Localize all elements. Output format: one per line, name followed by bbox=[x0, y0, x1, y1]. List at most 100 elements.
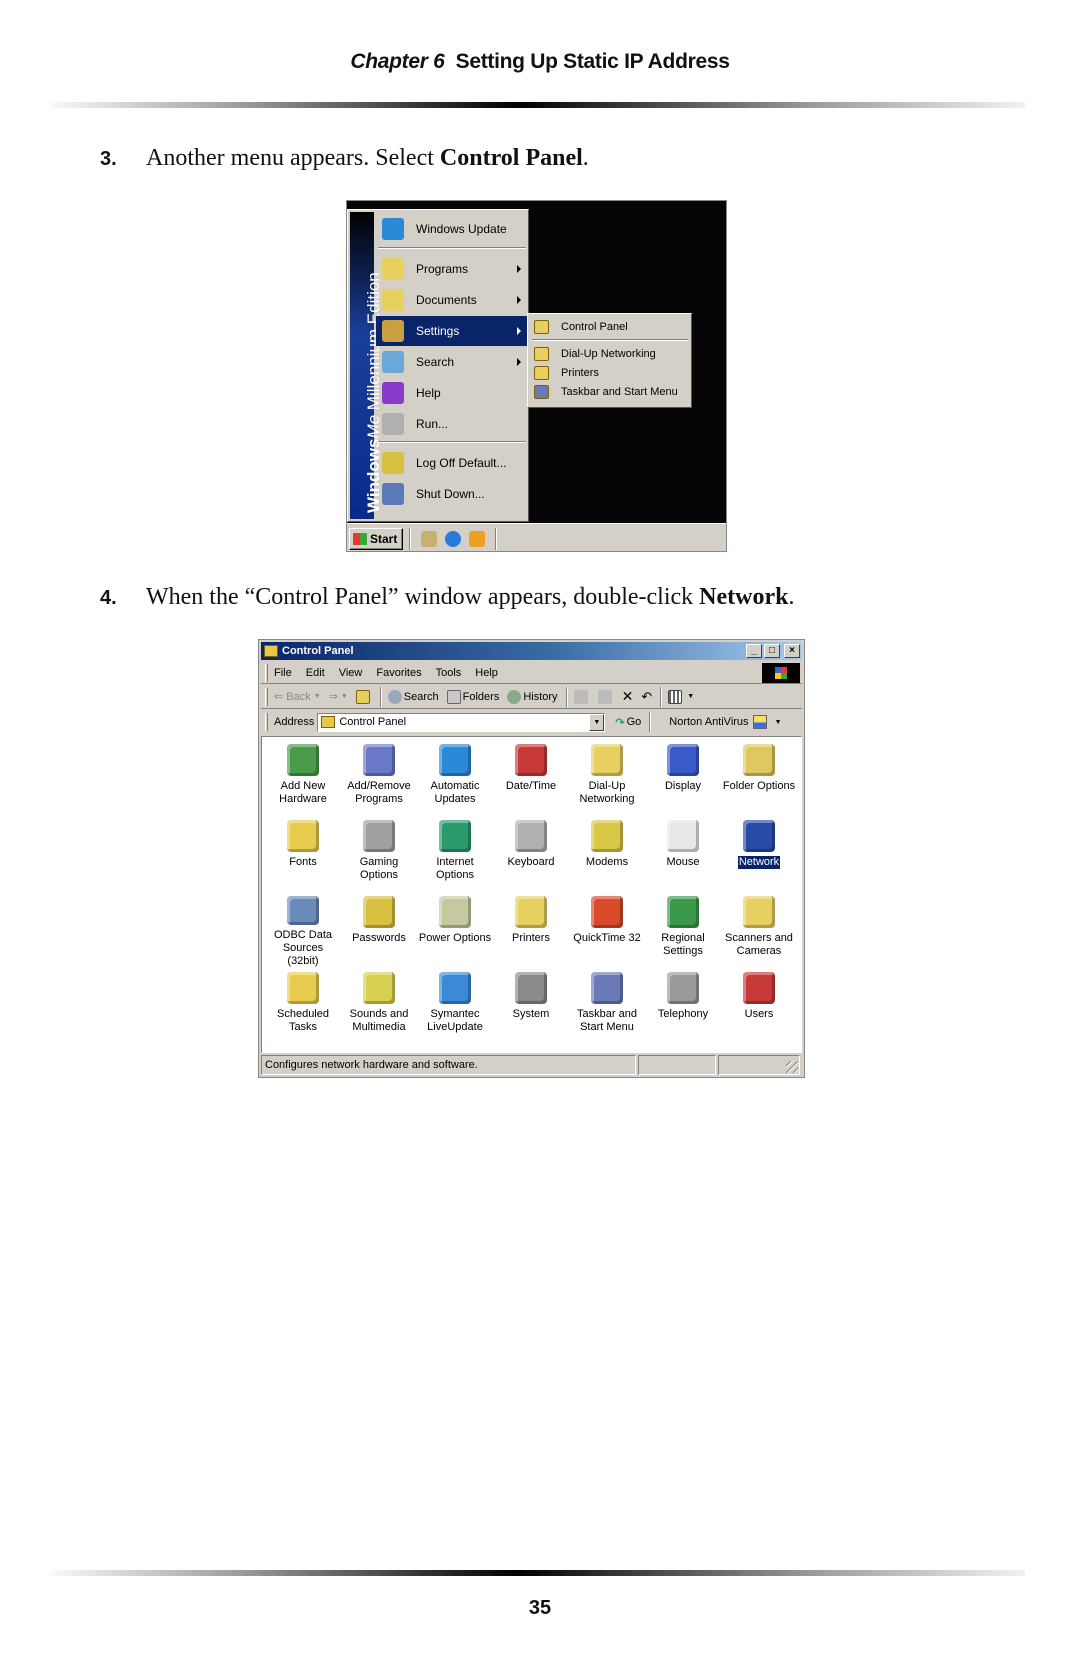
maximize-button[interactable]: □ bbox=[764, 644, 780, 658]
start-menu-item-settings[interactable]: Settings bbox=[376, 316, 527, 346]
address-input[interactable]: Control Panel ▼ bbox=[317, 712, 606, 732]
submenu-item-label: Dial-Up Networking bbox=[561, 348, 656, 360]
control-panel-item-scanners-and-cameras[interactable]: Scanners and Cameras bbox=[721, 892, 797, 968]
start-menu-item-log-off-default[interactable]: Log Off Default... bbox=[376, 448, 527, 478]
history-label: History bbox=[523, 690, 558, 703]
step-text: Another menu appears. Select bbox=[146, 145, 440, 171]
chevron-down-icon[interactable]: ▼ bbox=[687, 693, 694, 700]
control-panel-item-date-time[interactable]: Date/Time bbox=[493, 740, 569, 816]
control-panel-item-internet-options[interactable]: Internet Options bbox=[417, 816, 493, 892]
control-panel-item-odbc-data-sources-32bit[interactable]: ODBC Data Sources (32bit) bbox=[265, 892, 341, 968]
control-panel-item-display[interactable]: Display bbox=[645, 740, 721, 816]
start-menu-item-search[interactable]: Search bbox=[376, 347, 527, 377]
start-menu-item-help[interactable]: Help bbox=[376, 378, 527, 408]
start-menu-item-run[interactable]: Run... bbox=[376, 409, 527, 439]
menu-favorites[interactable]: Favorites bbox=[376, 667, 421, 679]
control-panel-item-quicktime-32[interactable]: QuickTime 32 bbox=[569, 892, 645, 968]
control-panel-item-label: Automatic Updates bbox=[430, 780, 480, 805]
up-button[interactable] bbox=[355, 689, 372, 704]
address-dropdown-button[interactable]: ▼ bbox=[589, 713, 605, 731]
control-panel-item-folder-options[interactable]: Folder Options bbox=[721, 740, 797, 816]
control-panel-item-gaming-options[interactable]: Gaming Options bbox=[341, 816, 417, 892]
toolbar-grip[interactable] bbox=[265, 713, 268, 731]
control-panel-item-network[interactable]: Network bbox=[721, 816, 797, 892]
start-menu-item-documents[interactable]: Documents bbox=[376, 285, 527, 315]
chevron-down-icon[interactable]: ▼ bbox=[314, 693, 321, 700]
folders-button[interactable]: Folders bbox=[446, 689, 499, 704]
control-panel-item-fonts[interactable]: Fonts bbox=[265, 816, 341, 892]
control-panel-item-mouse[interactable]: Mouse bbox=[645, 816, 721, 892]
delete-button[interactable]: ✕ bbox=[622, 688, 634, 705]
control-panel-item-label: Scanners and Cameras bbox=[725, 932, 793, 957]
menu-edit[interactable]: Edit bbox=[306, 667, 325, 679]
close-button[interactable]: × bbox=[784, 644, 800, 658]
control-panel-item-system[interactable]: System bbox=[493, 968, 569, 1044]
menu-view[interactable]: View bbox=[339, 667, 363, 679]
start-menu-item-windows-update[interactable]: Windows Update bbox=[376, 214, 527, 244]
submenu-item-control-panel[interactable]: Control Panel bbox=[530, 317, 690, 337]
footer-divider bbox=[50, 1570, 1025, 1576]
submenu-arrow-icon bbox=[517, 296, 521, 304]
toolbar-grip[interactable] bbox=[265, 663, 268, 682]
control-panel-item-power-options[interactable]: Power Options bbox=[417, 892, 493, 968]
norton-antivirus-button[interactable]: Norton AntiVirus ▼ bbox=[669, 715, 782, 729]
chapter-header: Chapter 6 Setting Up Static IP Address bbox=[0, 50, 1080, 74]
control-panel-item-scheduled-tasks[interactable]: Scheduled Tasks bbox=[265, 968, 341, 1044]
views-button[interactable]: ▼ bbox=[668, 689, 694, 704]
control-panel-item-add-new-hardware[interactable]: Add New Hardware bbox=[265, 740, 341, 816]
menu-tools[interactable]: Tools bbox=[436, 667, 462, 679]
toolbar-grip[interactable] bbox=[265, 687, 268, 706]
menu-item-label: Documents bbox=[416, 293, 477, 307]
control-panel-item-symantec-liveupdate[interactable]: Symantec LiveUpdate bbox=[417, 968, 493, 1044]
start-menu-item-shut-down[interactable]: Shut Down... bbox=[376, 479, 527, 509]
history-button[interactable]: History bbox=[507, 689, 558, 704]
chevron-down-icon[interactable]: ▼ bbox=[775, 719, 782, 726]
internet-explorer-icon[interactable] bbox=[445, 530, 461, 547]
menu-item-label: Shut Down... bbox=[416, 487, 485, 501]
control-panel-item-passwords[interactable]: Passwords bbox=[341, 892, 417, 968]
search-button[interactable]: Search bbox=[387, 689, 439, 704]
copy-to-button[interactable] bbox=[597, 689, 614, 704]
control-panel-item-sounds-and-multimedia[interactable]: Sounds and Multimedia bbox=[341, 968, 417, 1044]
date-time-icon bbox=[515, 744, 547, 776]
control-panel-item-label: Users bbox=[744, 1008, 774, 1020]
move-to-button[interactable] bbox=[573, 689, 590, 704]
control-panel-item-printers[interactable]: Printers bbox=[493, 892, 569, 968]
menu-item-label: Programs bbox=[416, 262, 469, 276]
menu-file[interactable]: File bbox=[274, 667, 292, 679]
menu-help[interactable]: Help bbox=[475, 667, 498, 679]
control-panel-item-modems[interactable]: Modems bbox=[569, 816, 645, 892]
back-button[interactable]: ⇐ Back ▼ bbox=[274, 690, 321, 704]
modems-icon bbox=[591, 820, 623, 852]
forward-button[interactable]: ⇒ ▼ bbox=[329, 690, 348, 703]
control-panel-item-users[interactable]: Users bbox=[721, 968, 797, 1044]
programs-icon bbox=[382, 258, 404, 280]
control-panel-item-telephony[interactable]: Telephony bbox=[645, 968, 721, 1044]
start-button[interactable]: Start bbox=[349, 527, 403, 550]
submenu-item-printers[interactable]: Printers bbox=[530, 363, 690, 383]
show-desktop-icon[interactable] bbox=[421, 530, 437, 547]
control-panel-item-label: Power Options bbox=[418, 932, 492, 944]
control-panel-item-taskbar-and-start-menu[interactable]: Taskbar and Start Menu bbox=[569, 968, 645, 1044]
control-panel-item-dial-up-networking[interactable]: Dial-Up Networking bbox=[569, 740, 645, 816]
control-panel-item-label: Folder Options bbox=[722, 780, 796, 792]
control-panel-item-add-remove-programs[interactable]: Add/Remove Programs bbox=[341, 740, 417, 816]
submenu-item-dial-up-networking[interactable]: Dial-Up Networking bbox=[530, 344, 690, 364]
submenu-arrow-icon bbox=[517, 265, 521, 273]
undo-button[interactable]: ↶ bbox=[641, 689, 652, 705]
documents-icon bbox=[382, 289, 404, 311]
go-button[interactable]: ↷ Go bbox=[615, 716, 641, 729]
chevron-down-icon[interactable]: ▼ bbox=[341, 693, 348, 700]
resize-grip[interactable] bbox=[786, 1061, 798, 1073]
title-bar[interactable]: Control Panel _ □ × bbox=[261, 642, 802, 660]
control-panel-item-keyboard[interactable]: Keyboard bbox=[493, 816, 569, 892]
control-panel-item-automatic-updates[interactable]: Automatic Updates bbox=[417, 740, 493, 816]
submenu-item-taskbar-and-start-menu[interactable]: Taskbar and Start Menu bbox=[530, 382, 690, 402]
taskbar-separator bbox=[495, 527, 497, 550]
media-player-icon[interactable] bbox=[469, 530, 485, 547]
start-menu-item-programs[interactable]: Programs bbox=[376, 254, 527, 284]
minimize-button[interactable]: _ bbox=[746, 644, 762, 658]
control-panel-item-regional-settings[interactable]: Regional Settings bbox=[645, 892, 721, 968]
control-panel-icon-grid: Add New Hardware Add/Remove Programs Autom… bbox=[265, 740, 797, 1044]
taskbar-separator bbox=[409, 527, 411, 550]
